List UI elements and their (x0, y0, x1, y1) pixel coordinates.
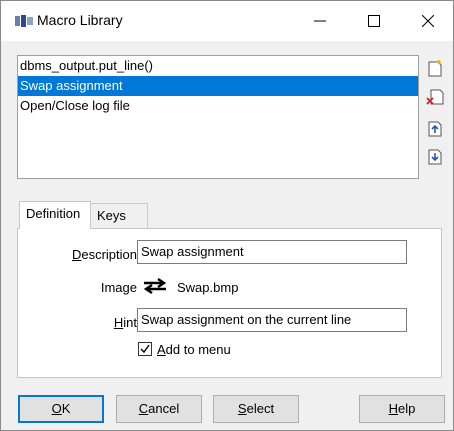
arrow-up-icon (428, 121, 442, 137)
minimize-icon (314, 20, 326, 22)
select-button[interactable]: Select (213, 395, 299, 423)
image-label: Image (100, 280, 137, 295)
list-item[interactable]: Open/Close log file (18, 96, 418, 116)
maximize-button[interactable] (351, 1, 397, 41)
add-to-menu-label[interactable]: Add to menu (157, 342, 231, 357)
list-item[interactable]: Swap assignment (18, 76, 418, 96)
move-down-button[interactable] (425, 147, 445, 167)
arrow-down-icon (428, 149, 442, 165)
image-filename: Swap.bmp (177, 280, 239, 295)
app-icon (15, 15, 33, 27)
help-button[interactable]: Help (359, 395, 445, 423)
title-bar[interactable]: Macro Library (1, 1, 453, 41)
close-icon (422, 15, 434, 27)
delete-macro-button[interactable] (425, 87, 445, 107)
window-title: Macro Library (37, 12, 123, 28)
tab-keys[interactable]: Keys (90, 203, 148, 229)
list-item[interactable]: dbms_output.put_line() (18, 56, 418, 76)
minimize-button[interactable] (297, 1, 343, 41)
cancel-button[interactable]: Cancel (116, 395, 202, 423)
move-up-button[interactable] (425, 119, 445, 139)
macro-library-dialog: Macro Library dbms_output.put_line() Swa… (0, 0, 454, 431)
maximize-icon (368, 15, 380, 27)
hint-field[interactable]: Swap assignment on the current line (137, 308, 407, 332)
add-to-menu-checkbox[interactable] (138, 342, 152, 356)
macro-list[interactable]: dbms_output.put_line() Swap assignment O… (17, 55, 419, 179)
description-field[interactable]: Swap assignment (137, 240, 407, 264)
checkmark-icon (140, 344, 150, 354)
close-button[interactable] (405, 1, 451, 41)
tab-definition[interactable]: Definition (19, 201, 91, 229)
delete-icon (426, 89, 444, 105)
new-macro-button[interactable] (425, 59, 445, 79)
ok-button[interactable]: OK (18, 395, 104, 423)
swap-arrows-icon (143, 278, 167, 294)
new-document-icon (428, 60, 442, 77)
hint-label: Hint (113, 315, 137, 330)
description-label: Description (71, 247, 137, 262)
